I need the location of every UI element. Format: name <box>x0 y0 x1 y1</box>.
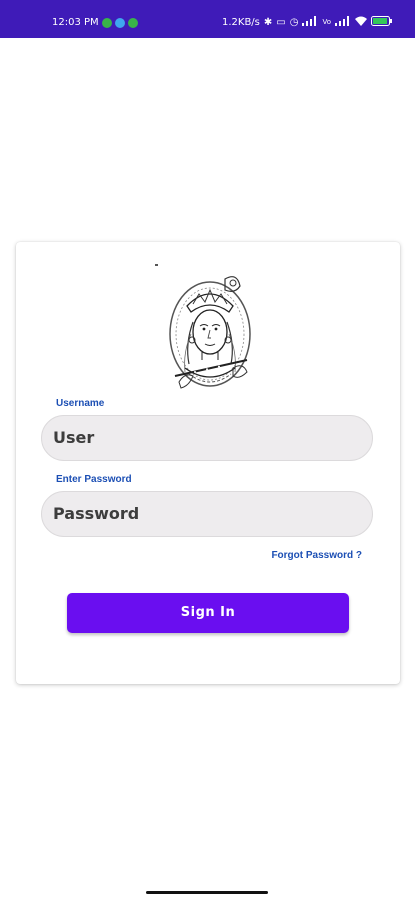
battery-icon <box>371 16 393 29</box>
alarm-icon: ◷ <box>289 17 299 28</box>
password-label: Enter Password <box>56 474 132 485</box>
vo-label: Vo <box>322 18 331 26</box>
bluetooth-icon: ✱ <box>263 17 273 28</box>
krishna-illustration <box>155 264 265 394</box>
home-indicator <box>146 891 268 894</box>
green-app-icon <box>127 17 138 28</box>
username-input[interactable]: User <box>41 415 373 461</box>
vibrate-icon: ▭ <box>276 17 286 28</box>
status-time: 12:03 PM <box>52 17 99 28</box>
network-speed: 1.2KB/s <box>221 17 260 28</box>
status-bar: 12:03 PM 1.2KB/s ✱ ▭ ◷ Vo <box>0 0 415 38</box>
green-app-icon <box>101 17 112 28</box>
forgot-password-link[interactable]: Forgot Password ? <box>271 550 362 561</box>
wifi-icon <box>355 16 367 29</box>
username-label: Username <box>56 398 105 409</box>
sign-in-button[interactable]: Sign In <box>67 593 349 633</box>
signal-icon <box>302 16 318 29</box>
password-input[interactable]: Password <box>41 491 373 537</box>
status-left: 12:03 PM <box>52 17 138 28</box>
signal-icon <box>335 16 351 29</box>
status-right: 1.2KB/s ✱ ▭ ◷ Vo <box>222 16 393 29</box>
login-card: Username User Enter Password Password Fo… <box>16 242 400 684</box>
blue-app-icon <box>114 17 125 28</box>
